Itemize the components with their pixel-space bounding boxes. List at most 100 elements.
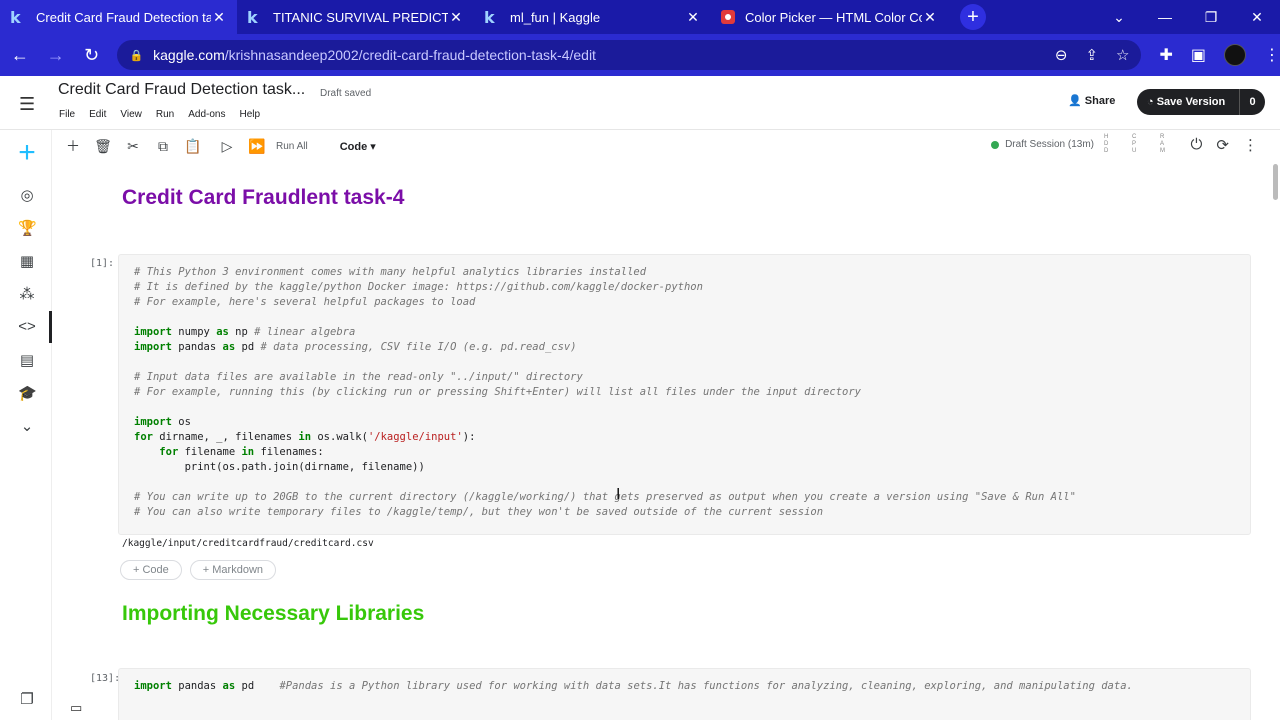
- side-panel-icon[interactable]: ▣: [1191, 45, 1206, 65]
- version-count-badge[interactable]: 0: [1239, 89, 1265, 115]
- ram-meter: R A M: [1160, 134, 1165, 154]
- extensions-puzzle-icon[interactable]: ✚: [1159, 45, 1172, 65]
- power-icon[interactable]: ⏻: [1191, 136, 1203, 154]
- cell-type-value: Code: [339, 140, 368, 153]
- code-icon[interactable]: <>: [18, 318, 36, 336]
- color-picker-favicon-icon: [721, 10, 735, 24]
- notebook-content: Credit Card Fraudlent task-4 [1]: # This…: [52, 162, 1272, 720]
- menu-view[interactable]: View: [120, 109, 142, 120]
- chevron-down-icon[interactable]: ⌄: [1096, 9, 1142, 26]
- vertical-scrollbar[interactable]: [1273, 164, 1278, 200]
- share-label: Share: [1084, 95, 1116, 107]
- zoom-icon[interactable]: ⊖: [1055, 46, 1068, 64]
- learn-icon[interactable]: 🎓: [18, 384, 37, 402]
- delete-icon[interactable]: 🗑: [88, 138, 118, 155]
- kaggle-header: ☰ Credit Card Fraud Detection task... Dr…: [0, 76, 1280, 130]
- url-host: kaggle.com: [153, 47, 225, 63]
- share-button[interactable]: 👤 Share: [1068, 94, 1115, 107]
- browser-tab-bar: k Credit Card Fraud Detection task ✕ k T…: [0, 0, 1280, 34]
- markdown-heading-2: Importing Necessary Libraries: [122, 602, 425, 625]
- close-icon[interactable]: ✕: [685, 9, 701, 26]
- cell-output: /kaggle/input/creditcardfraud/creditcard…: [122, 538, 374, 549]
- add-cell-icon[interactable]: ＋: [58, 136, 88, 156]
- menu-addons[interactable]: Add-ons: [188, 109, 225, 120]
- tab-title: ml_fun | Kaggle: [510, 9, 601, 25]
- menu-help[interactable]: Help: [239, 109, 260, 120]
- restart-icon[interactable]: ⟳: [1216, 136, 1229, 154]
- save-version-button[interactable]: ◔ Save Version 0: [1137, 89, 1265, 115]
- address-bar-row: ← → ↻ 🔒 kaggle.com/krishnasandeep2002/cr…: [0, 34, 1280, 76]
- profile-avatar[interactable]: [1224, 44, 1246, 66]
- compass-icon[interactable]: ◎: [18, 186, 36, 204]
- more-menu-icon[interactable]: ⋮: [1264, 45, 1280, 65]
- table-icon[interactable]: ▦: [18, 252, 36, 270]
- discussion-icon[interactable]: ▤: [18, 351, 36, 369]
- kaggle-favicon-icon: k: [484, 7, 495, 27]
- share-page-icon[interactable]: ⇪: [1085, 46, 1098, 64]
- resource-meters[interactable]: H D D C P U R A M: [1104, 134, 1166, 155]
- minimize-icon[interactable]: —: [1142, 9, 1188, 25]
- menu-run[interactable]: Run: [156, 109, 174, 120]
- left-navigation-rail: + ◎ 🏆 ▦ ⁂ <> ▤ 🎓 ⌄ ❐: [0, 130, 52, 720]
- play-icon[interactable]: ▷: [212, 138, 242, 155]
- run-all-button[interactable]: Run All: [276, 141, 308, 152]
- more-options-icon[interactable]: ⋮: [1243, 136, 1258, 154]
- cell-type-select[interactable]: Code ▾: [340, 140, 376, 153]
- close-window-icon[interactable]: ✕: [1234, 9, 1280, 26]
- markdown-heading-1: Credit Card Fraudlent task-4: [122, 186, 405, 209]
- close-icon[interactable]: ✕: [211, 9, 227, 26]
- code-cell-2[interactable]: import pandas as pd #Pandas is a Python …: [118, 668, 1251, 720]
- menu-file[interactable]: File: [59, 109, 75, 120]
- models-icon[interactable]: ⁂: [18, 285, 36, 303]
- notebook-toolbar: ＋ 🗑 ✂ ⧉ 📋 ▷ ⏩ Run All Code ▾ Draft Sessi…: [52, 130, 1280, 162]
- chevron-down-icon[interactable]: ⌄: [18, 417, 36, 435]
- new-tab-button[interactable]: +: [960, 4, 986, 30]
- code-cell-1[interactable]: # This Python 3 environment comes with m…: [118, 254, 1251, 535]
- browser-tab-titanic[interactable]: k TITANIC SURVIVAL PREDICTION( ✕: [237, 0, 474, 34]
- kaggle-favicon-icon: k: [247, 7, 258, 27]
- paste-icon[interactable]: 📋: [178, 138, 208, 155]
- close-icon[interactable]: ✕: [922, 9, 938, 26]
- restore-icon[interactable]: ❐: [1188, 9, 1234, 26]
- create-plus-icon[interactable]: +: [13, 138, 41, 168]
- fast-forward-icon[interactable]: ⏩: [242, 138, 272, 155]
- window-controls: ⌄ — ❐ ✕: [1096, 0, 1280, 34]
- cut-icon[interactable]: ✂: [118, 138, 148, 155]
- cpu-meter: C P U: [1132, 134, 1137, 154]
- tab-title: Credit Card Fraud Detection task: [36, 9, 211, 25]
- copy-icon[interactable]: ⧉: [148, 138, 178, 155]
- browser-tab-credit-card[interactable]: k Credit Card Fraud Detection task ✕: [0, 0, 237, 34]
- url-field[interactable]: 🔒 kaggle.com/krishnasandeep2002/credit-c…: [117, 40, 1142, 70]
- draft-status: Draft saved: [320, 88, 372, 99]
- person-add-icon: 👤: [1068, 95, 1085, 107]
- history-icon: ◔: [1147, 96, 1157, 108]
- lock-icon: 🔒: [129, 49, 144, 62]
- menu-edit[interactable]: Edit: [89, 109, 106, 120]
- text-cursor-icon: I: [616, 486, 621, 503]
- copy-notifications-icon[interactable]: ❐: [18, 690, 36, 708]
- hamburger-menu-icon[interactable]: ☰: [19, 94, 35, 115]
- forward-arrow-icon[interactable]: →: [40, 45, 72, 66]
- browser-tab-ml-fun[interactable]: k ml_fun | Kaggle ✕: [474, 0, 711, 34]
- add-markdown-cell-button[interactable]: + Markdown: [189, 560, 277, 580]
- tab-title: Color Picker — HTML Color Code: [745, 9, 922, 25]
- terminal-icon[interactable]: ▭: [70, 700, 82, 716]
- trophy-icon[interactable]: 🏆: [18, 219, 37, 237]
- session-label: Draft Session (13m): [1005, 139, 1094, 150]
- cell-execution-count: [1]:: [90, 258, 115, 269]
- notebook-title[interactable]: Credit Card Fraud Detection task...: [58, 81, 305, 99]
- hdd-meter: H D D: [1104, 134, 1109, 154]
- close-icon[interactable]: ✕: [448, 9, 464, 26]
- url-path: /krishnasandeep2002/credit-card-fraud-de…: [224, 47, 596, 63]
- session-active-dot: [991, 140, 1000, 149]
- save-version-label: Save Version: [1156, 96, 1226, 108]
- kaggle-favicon-icon: k: [10, 7, 21, 27]
- add-code-cell-button[interactable]: + Code: [120, 560, 182, 580]
- browser-tab-color-picker[interactable]: Color Picker — HTML Color Code ✕: [711, 0, 948, 34]
- add-cell-buttons: + Code + Markdown: [120, 560, 277, 580]
- session-status[interactable]: Draft Session (13m): [991, 139, 1094, 150]
- tab-title: TITANIC SURVIVAL PREDICTION(: [273, 9, 448, 25]
- back-arrow-icon[interactable]: ←: [4, 45, 36, 66]
- star-icon[interactable]: ☆: [1116, 46, 1129, 64]
- reload-icon[interactable]: ↻: [76, 45, 108, 66]
